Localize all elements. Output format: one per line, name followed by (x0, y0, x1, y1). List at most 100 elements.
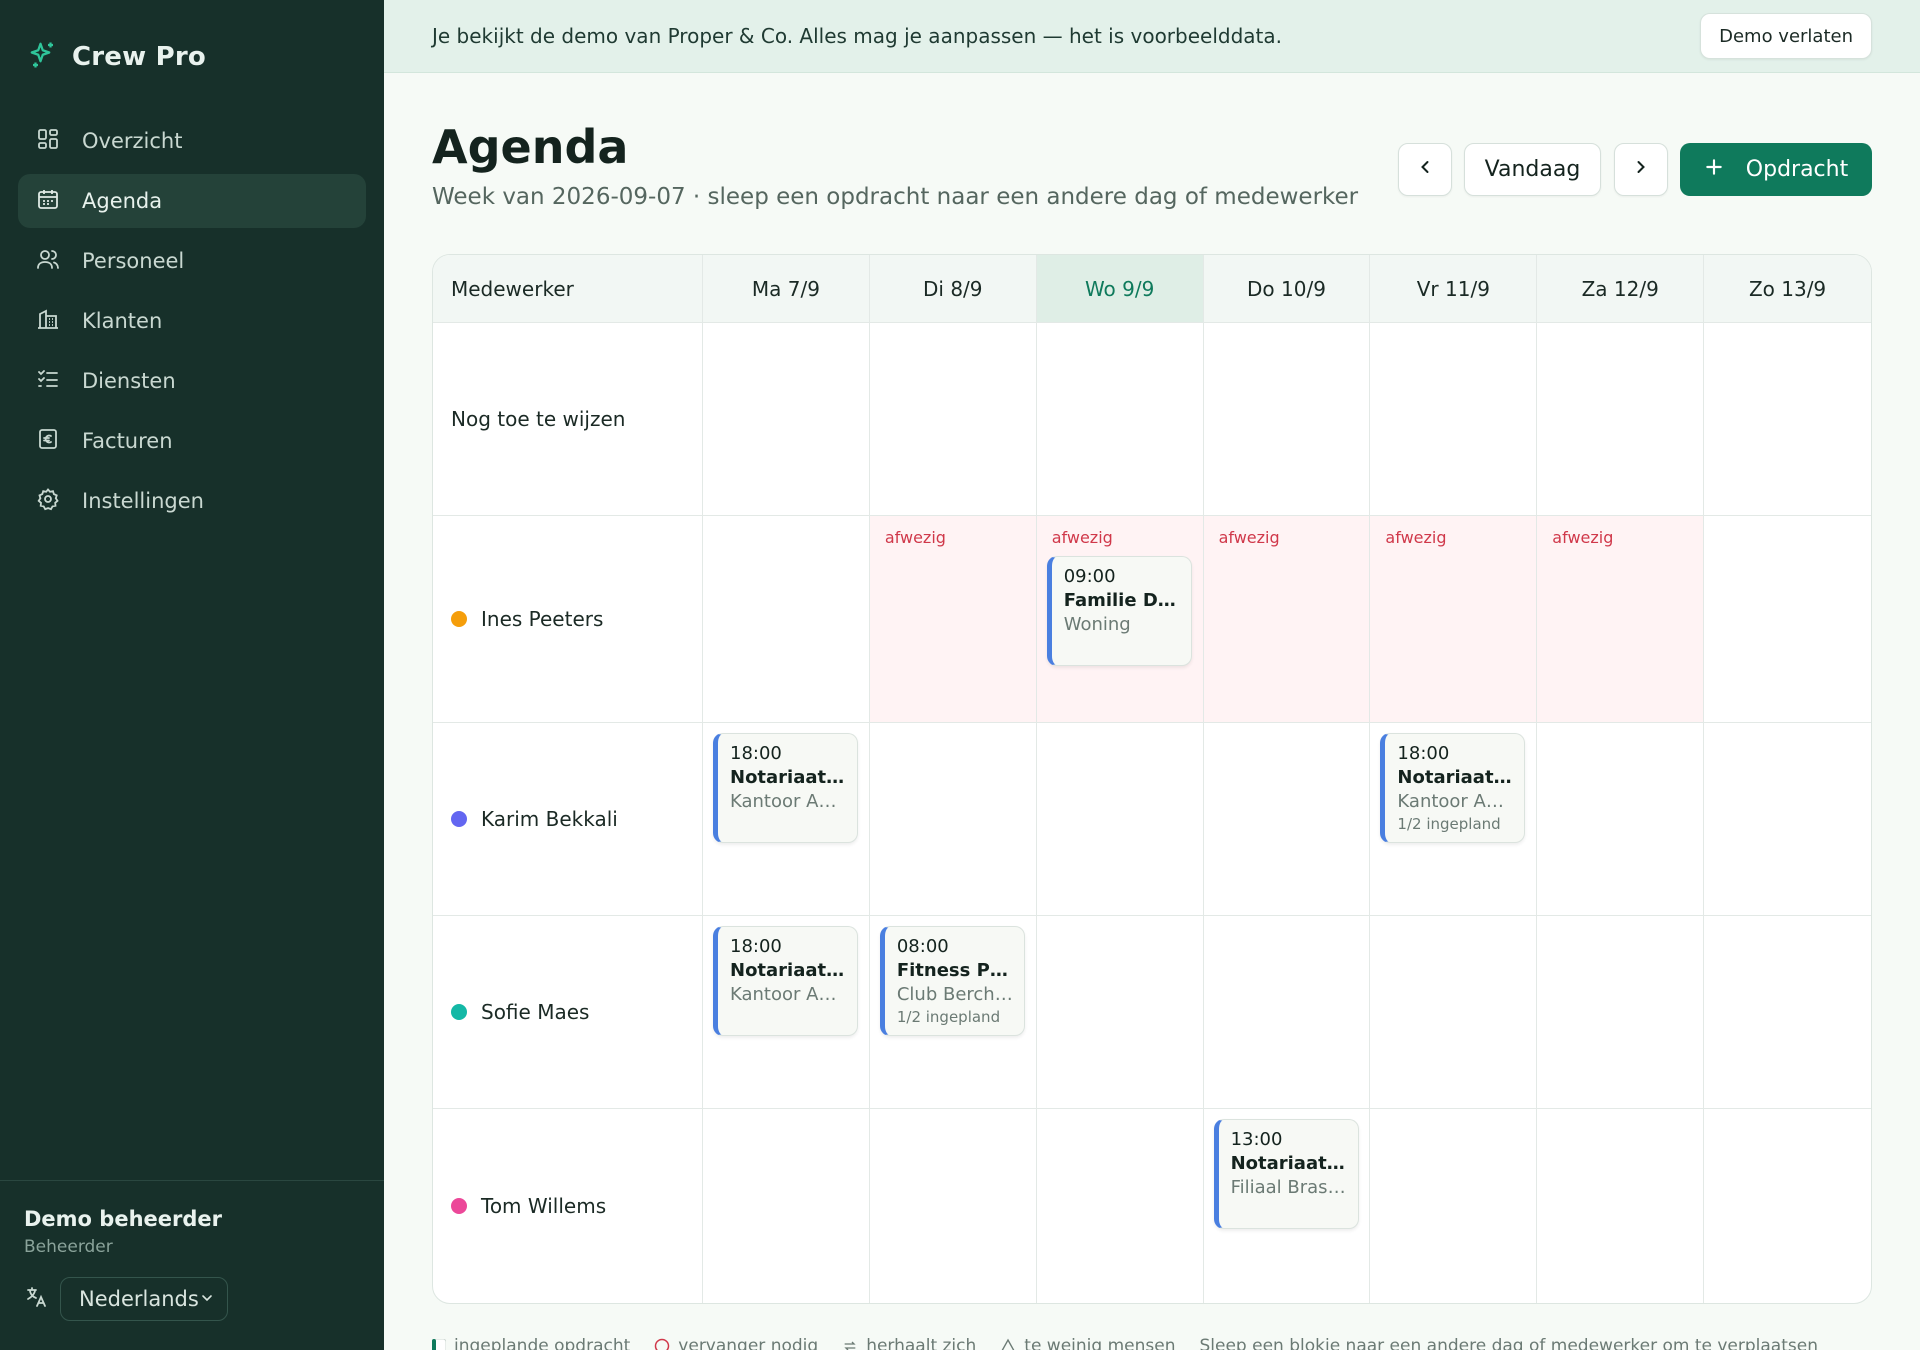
schedule-cell[interactable] (1370, 323, 1538, 516)
next-week-button[interactable] (1614, 143, 1668, 196)
schedule-cell[interactable] (870, 1109, 1037, 1303)
demo-banner-text: Je bekijkt de demo van Proper & Co. Alle… (432, 24, 1282, 48)
absent-label: afwezig (884, 528, 946, 547)
sidebar-item-overzicht[interactable]: Overzicht (18, 114, 366, 168)
day-header: Wo 9/9 (1036, 255, 1204, 323)
employee-color-dot (451, 1198, 467, 1214)
schedule-cell[interactable]: 08:00 Fitness Puls Club Berche... 1/2 ingep… (869, 916, 1037, 1109)
schedule-cell[interactable] (1036, 916, 1204, 1109)
sidebar-item-diensten[interactable]: Diensten (18, 354, 366, 408)
sidebar-item-personeel[interactable]: Personeel (18, 234, 366, 288)
job-client: Notariaat V... (1230, 1153, 1348, 1174)
sidebar-item-label: Diensten (82, 369, 176, 393)
schedule-cell[interactable] (1037, 1109, 1204, 1303)
schedule-cell[interactable]: afwezig (869, 516, 1037, 723)
job-planned-status: 1/2 ingepland (1397, 815, 1501, 833)
schedule-cell[interactable] (1704, 516, 1871, 723)
job-card[interactable]: 18:00 Notariaat V... Kantoor Ant... (713, 733, 858, 843)
today-button[interactable]: Vandaag (1464, 143, 1601, 196)
checklist-icon (36, 367, 60, 396)
demo-banner: Je bekijkt de demo van Proper & Co. Alle… (384, 0, 1920, 73)
schedule-cell[interactable] (1370, 916, 1538, 1109)
sidebar-item-label: Personeel (82, 249, 185, 273)
schedule-cell[interactable] (869, 723, 1037, 916)
schedule-cell[interactable]: afwezig (1370, 516, 1538, 723)
schedule-cell[interactable]: 18:00 Notariaat V... Kantoor Ant... (703, 916, 870, 1109)
schedule-cell[interactable] (1704, 723, 1871, 916)
schedule-cell[interactable]: afwezig (1203, 516, 1371, 723)
employee-color-dot (451, 611, 467, 627)
sidebar-item-agenda[interactable]: Agenda (18, 174, 366, 228)
job-card[interactable]: 13:00 Notariaat V... Filiaal Brass... (1213, 1119, 1359, 1229)
absent-label: afwezig (1552, 528, 1614, 547)
schedule-cell[interactable] (1036, 723, 1204, 916)
schedule-cell[interactable] (1704, 1109, 1871, 1303)
brand[interactable]: Crew Pro (28, 40, 206, 74)
day-header: Ma 7/9 (703, 255, 870, 323)
language-value: Nederlands (79, 1287, 199, 1311)
schedule-cell[interactable] (703, 1109, 870, 1303)
schedule-cell[interactable] (1537, 916, 1705, 1109)
schedule-cell[interactable] (1203, 323, 1371, 516)
chevron-left-icon (1415, 157, 1435, 183)
plus-icon (1704, 157, 1724, 183)
previous-week-button[interactable] (1398, 143, 1452, 196)
day-header: Za 12/9 (1537, 255, 1705, 323)
add-job-button[interactable]: Opdracht (1680, 143, 1872, 196)
job-time: 13:00 (1230, 1129, 1283, 1150)
legend-replacement-icon (654, 1338, 670, 1350)
gear-icon (36, 487, 60, 516)
schedule-cell[interactable] (1036, 323, 1204, 516)
schedule-cell[interactable] (1537, 323, 1705, 516)
job-card[interactable]: 18:00 Notariaat V... Kantoor Ant... 1/2 ing… (1380, 733, 1526, 843)
schedule-cell[interactable] (703, 516, 870, 723)
job-planned-status: 1/2 ingepland (896, 1008, 1001, 1026)
schedule-cell[interactable] (1704, 916, 1871, 1109)
schedule-cell[interactable]: afwezig (1537, 516, 1705, 723)
schedule-cell[interactable] (1537, 1109, 1705, 1303)
job-client: Notariaat V... (730, 767, 847, 788)
column-header-employee: Medewerker (433, 255, 703, 323)
employee-name: Nog toe te wijzen (451, 407, 626, 431)
legend-item: ingeplande opdracht (432, 1336, 630, 1350)
day-header: Di 8/9 (869, 255, 1037, 323)
chevron-right-icon (1631, 157, 1651, 183)
employee-name: Ines Peeters (481, 607, 604, 631)
schedule-cell[interactable] (1203, 916, 1371, 1109)
job-location: Club Berche... (896, 984, 1014, 1005)
job-location: Filiaal Brass... (1230, 1177, 1348, 1198)
schedule-cell[interactable] (1203, 723, 1371, 916)
schedule-cell[interactable]: afwezig 09:00 Familie De S... Woning (1036, 516, 1204, 723)
employee-row-label: Ines Peeters (433, 516, 703, 723)
schedule-cell[interactable] (1537, 723, 1705, 916)
job-card[interactable]: 18:00 Notariaat V... Kantoor Ant... (713, 926, 858, 1036)
employee-color-dot (451, 1004, 467, 1020)
building-icon (36, 307, 60, 336)
job-time: 18:00 (730, 743, 782, 764)
sidebar-item-instellingen[interactable]: Instellingen (18, 474, 366, 528)
legend-hint: Sleep een blokje naar een andere dag of … (1199, 1336, 1818, 1350)
schedule-cell[interactable] (703, 323, 870, 516)
schedule-cell[interactable] (1704, 323, 1871, 516)
legend-label: vervanger nodig (678, 1336, 819, 1350)
sidebar-item-label: Klanten (82, 309, 163, 333)
user-panel: Demo beheerder Beheerder Nederlands (0, 1180, 384, 1350)
job-card[interactable]: 08:00 Fitness Puls Club Berche... 1/2 ingep… (879, 926, 1025, 1036)
dashboard-icon (36, 127, 60, 156)
job-location: Woning (1063, 614, 1131, 635)
sidebar-item-klanten[interactable]: Klanten (18, 294, 366, 348)
job-card[interactable]: 09:00 Familie De S... Woning (1046, 556, 1192, 666)
add-job-label: Opdracht (1745, 157, 1849, 182)
language-select[interactable]: Nederlands (60, 1277, 228, 1321)
schedule-cell[interactable]: 13:00 Notariaat V... Filiaal Brass... (1204, 1109, 1371, 1303)
sidebar-item-label: Facturen (82, 429, 173, 453)
schedule-cell[interactable] (869, 323, 1037, 516)
employee-name: Karim Bekkali (481, 807, 618, 831)
sidebar-item-facturen[interactable]: Facturen (18, 414, 366, 468)
schedule-cell[interactable]: 18:00 Notariaat V... Kantoor Ant... (703, 723, 870, 916)
job-time: 18:00 (730, 936, 782, 957)
schedule-cell[interactable] (1370, 1109, 1538, 1303)
schedule-grid: Medewerker Ma 7/9 Di 8/9 Wo 9/9 Do 10/9 Vr 11… (432, 254, 1872, 1304)
schedule-cell[interactable]: 18:00 Notariaat V... Kantoor Ant... 1/2 ing… (1370, 723, 1538, 916)
leave-demo-button[interactable]: Demo verlaten (1700, 13, 1872, 59)
